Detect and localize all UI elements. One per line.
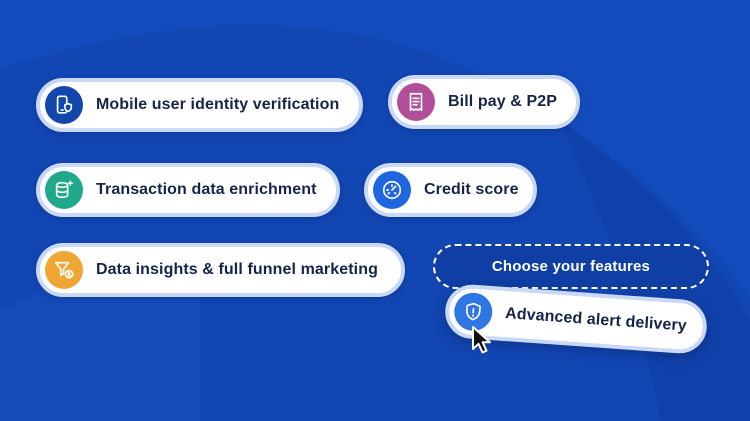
receipt-icon xyxy=(397,83,435,121)
feature-chip-transaction-enrichment[interactable]: Transaction data enrichment xyxy=(36,163,340,217)
feature-chip-label: Credit score xyxy=(424,181,519,198)
feature-chip-data-insights[interactable]: Data insights & full funnel marketing xyxy=(36,243,405,297)
feature-chip-label: Advanced alert delivery xyxy=(504,305,688,335)
feature-chip-label: Bill pay & P2P xyxy=(448,93,557,110)
feature-chooser-banner: Mobile user identity verification Bill p… xyxy=(0,0,750,421)
pointer-cursor-icon xyxy=(472,326,491,354)
drop-zone-label: Choose your features xyxy=(491,258,651,275)
database-sparkle-icon xyxy=(45,171,83,209)
feature-chip-mobile-identity[interactable]: Mobile user identity verification xyxy=(36,78,363,132)
feature-chip-credit-score[interactable]: Credit score xyxy=(364,163,537,217)
feature-drop-zone[interactable]: Choose your features xyxy=(433,244,709,289)
feature-chip-label: Transaction data enrichment xyxy=(96,181,317,198)
phone-shield-icon xyxy=(45,86,83,124)
speedometer-icon xyxy=(373,171,411,209)
feature-chip-label: Data insights & full funnel marketing xyxy=(96,261,378,278)
funnel-dollar-icon xyxy=(45,251,83,289)
feature-chip-label: Mobile user identity verification xyxy=(96,96,340,113)
feature-chip-bill-pay[interactable]: Bill pay & P2P xyxy=(388,75,580,129)
